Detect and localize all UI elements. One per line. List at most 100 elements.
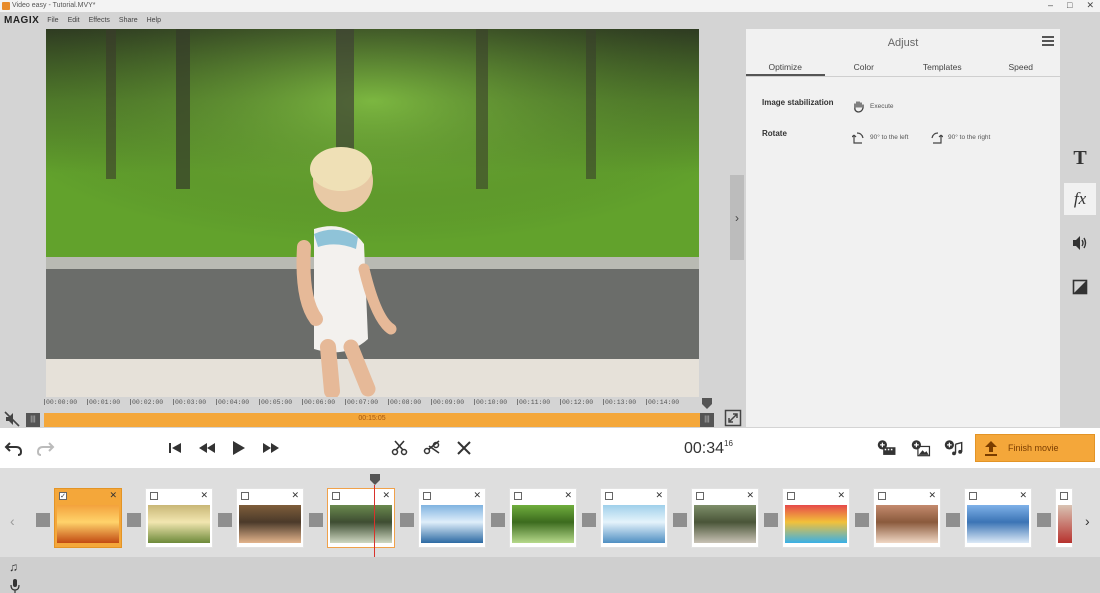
- tab-color[interactable]: Color: [825, 59, 904, 76]
- close-window-button[interactable]: ✕: [1086, 0, 1094, 10]
- effects-tool-icon[interactable]: fx: [1064, 183, 1096, 215]
- clip-checkbox[interactable]: [423, 492, 431, 500]
- transition-marker[interactable]: [1037, 513, 1051, 527]
- storyboard-clip[interactable]: ✓ ✕: [54, 488, 122, 548]
- fullscreen-icon[interactable]: [724, 409, 742, 427]
- transition-marker[interactable]: [673, 513, 687, 527]
- clip-remove-icon[interactable]: ✕: [473, 490, 481, 501]
- transition-marker[interactable]: [582, 513, 596, 527]
- redo-button[interactable]: [34, 437, 56, 459]
- clip-remove-icon[interactable]: ✕: [109, 490, 117, 501]
- fast-forward-button[interactable]: [260, 437, 282, 459]
- split-button[interactable]: [389, 437, 411, 459]
- clip-checkbox[interactable]: [514, 492, 522, 500]
- transition-marker[interactable]: [855, 513, 869, 527]
- clip-checkbox[interactable]: [605, 492, 613, 500]
- volume-icon[interactable]: [1064, 227, 1096, 259]
- finish-movie-label: Finish movie: [1008, 443, 1059, 453]
- delete-button[interactable]: [453, 437, 475, 459]
- clip-checkbox[interactable]: [241, 492, 249, 500]
- storyboard-clip[interactable]: ✕: [600, 488, 668, 548]
- menu-file[interactable]: File: [47, 17, 58, 24]
- clip-checkbox[interactable]: [150, 492, 158, 500]
- clip-remove-icon[interactable]: ✕: [928, 490, 936, 501]
- clip-checkbox[interactable]: [878, 492, 886, 500]
- play-button[interactable]: [227, 437, 249, 459]
- menu-effects[interactable]: Effects: [89, 17, 110, 24]
- storyboard-clip[interactable]: [1055, 488, 1073, 548]
- storyboard-clip[interactable]: ✕: [782, 488, 850, 548]
- menu-help[interactable]: Help: [147, 17, 161, 24]
- clip-checkbox[interactable]: ✓: [59, 492, 67, 500]
- storyboard-clip[interactable]: ✕: [236, 488, 304, 548]
- storyboard-clip[interactable]: ✕: [873, 488, 941, 548]
- scrub-start-handle[interactable]: |||: [26, 413, 40, 427]
- transition-marker[interactable]: [309, 513, 323, 527]
- clip-remove-icon[interactable]: ✕: [746, 490, 754, 501]
- go-to-start-button[interactable]: [164, 437, 186, 459]
- clip-checkbox[interactable]: [696, 492, 704, 500]
- ruler-tick: 00:00:00: [43, 399, 78, 406]
- panel-toggle-button[interactable]: ›: [730, 175, 744, 260]
- hamburger-menu-icon[interactable]: [1042, 36, 1054, 46]
- tab-speed[interactable]: Speed: [982, 59, 1061, 76]
- clip-thumbnail-image: [421, 505, 483, 543]
- microphone-icon[interactable]: [10, 579, 20, 593]
- storyboard-clip[interactable]: ✕: [145, 488, 213, 548]
- clip-remove-icon[interactable]: ✕: [382, 490, 390, 501]
- storyboard-clip[interactable]: ✕: [418, 488, 486, 548]
- storyboard-clip[interactable]: ✕: [327, 488, 395, 548]
- rotate-right-button[interactable]: 90° to the right: [930, 131, 990, 144]
- execute-button[interactable]: Execute: [852, 100, 894, 113]
- cut-button[interactable]: [421, 437, 443, 459]
- clip-remove-icon[interactable]: ✕: [564, 490, 572, 501]
- minimize-button[interactable]: –: [1048, 0, 1053, 10]
- transition-marker[interactable]: [946, 513, 960, 527]
- scrub-bar[interactable]: 00:15:05: [44, 413, 700, 427]
- storyboard-clip[interactable]: ✕: [964, 488, 1032, 548]
- storyboard-clip[interactable]: ✕: [691, 488, 759, 548]
- clip-thumbnail-image: [967, 505, 1029, 543]
- rewind-button[interactable]: [196, 437, 218, 459]
- clip-checkbox[interactable]: [332, 492, 340, 500]
- clip-remove-icon[interactable]: ✕: [200, 490, 208, 501]
- tab-templates[interactable]: Templates: [903, 59, 982, 76]
- transition-marker[interactable]: [400, 513, 414, 527]
- mute-icon[interactable]: [3, 410, 21, 428]
- clip-remove-icon[interactable]: ✕: [837, 490, 845, 501]
- storyboard-clip[interactable]: ✕: [509, 488, 577, 548]
- clip-thumbnail-image: [148, 505, 210, 543]
- storyboard-next-arrow[interactable]: ›: [1085, 513, 1090, 529]
- clip-remove-icon[interactable]: ✕: [1019, 490, 1027, 501]
- clip-checkbox[interactable]: [1060, 492, 1068, 500]
- storyboard-prev-arrow[interactable]: ‹: [10, 513, 15, 529]
- maximize-button[interactable]: □: [1067, 0, 1072, 10]
- rotate-left-button[interactable]: 90° to the left: [852, 131, 908, 144]
- clip-checkbox[interactable]: [969, 492, 977, 500]
- music-track-icon[interactable]: ♫: [9, 560, 18, 574]
- add-clip-button[interactable]: [874, 437, 900, 459]
- time-ruler[interactable]: 00:00:00 00:01:00 00:02:00 00:03:00 00:0…: [43, 398, 700, 412]
- undo-button[interactable]: [3, 437, 25, 459]
- clip-checkbox[interactable]: [787, 492, 795, 500]
- clip-remove-icon[interactable]: ✕: [291, 490, 299, 501]
- menu-share[interactable]: Share: [119, 17, 138, 24]
- transition-marker[interactable]: [491, 513, 505, 527]
- transition-marker[interactable]: [764, 513, 778, 527]
- transition-marker[interactable]: [218, 513, 232, 527]
- add-music-button[interactable]: [941, 437, 967, 459]
- contrast-icon[interactable]: [1064, 271, 1096, 303]
- finish-movie-button[interactable]: Finish movie: [975, 434, 1095, 462]
- transport-bar: 00:3416 Finish movie: [0, 428, 1100, 468]
- preview-playhead-icon[interactable]: [700, 398, 714, 410]
- clip-remove-icon[interactable]: ✕: [655, 490, 663, 501]
- scrub-end-handle[interactable]: |||: [700, 413, 714, 427]
- menu-edit[interactable]: Edit: [68, 17, 80, 24]
- add-photo-button[interactable]: [908, 437, 934, 459]
- storyboard-playhead-icon[interactable]: [369, 474, 381, 486]
- tab-optimize[interactable]: Optimize: [746, 59, 825, 76]
- transition-marker[interactable]: [36, 513, 50, 527]
- transition-marker[interactable]: [127, 513, 141, 527]
- video-preview[interactable]: [46, 29, 699, 397]
- text-tool-icon[interactable]: T: [1064, 142, 1096, 174]
